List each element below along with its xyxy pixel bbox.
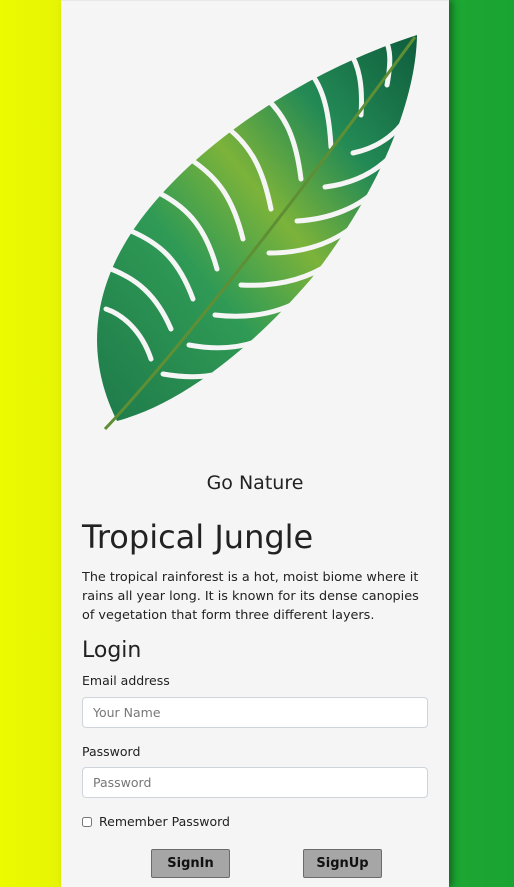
description-text: The tropical rainforest is a hot, moist … — [82, 570, 419, 623]
email-label: Email address — [82, 673, 170, 688]
remember-password-row: Remember Password — [82, 814, 230, 829]
page-title: Tropical Jungle — [82, 518, 314, 556]
password-field[interactable] — [82, 767, 428, 798]
login-heading: Login — [82, 638, 142, 663]
password-label: Password — [82, 744, 141, 759]
signup-button[interactable]: SignUp — [303, 849, 382, 878]
remember-password-checkbox[interactable] — [82, 816, 92, 827]
brand-title: Go Nature — [206, 472, 304, 494]
remember-password-label: Remember Password — [99, 814, 230, 829]
login-card: Go Nature Tropical Jungle The tropical r… — [61, 0, 449, 887]
tropical-leaf-image — [81, 29, 426, 434]
email-field[interactable] — [82, 697, 428, 728]
signin-button[interactable]: SignIn — [151, 849, 230, 878]
